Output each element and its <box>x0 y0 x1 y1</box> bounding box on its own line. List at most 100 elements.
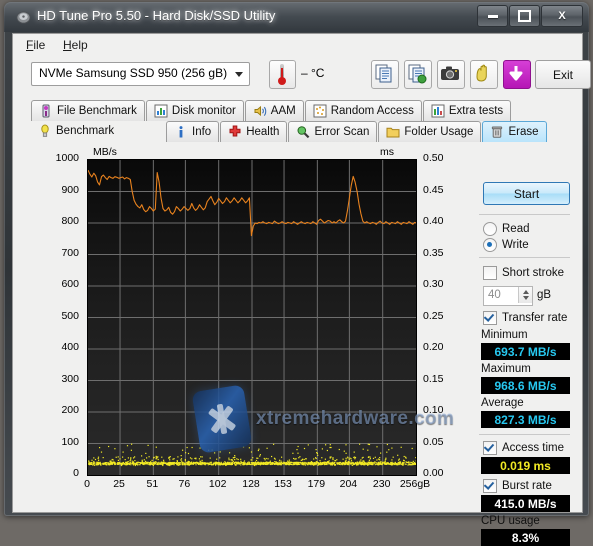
toolbar: NVMe Samsung SSD 950 (256 gB) – °C <box>13 55 582 102</box>
download-arrow-icon <box>504 61 528 86</box>
exit-button-label: Exit <box>553 68 573 82</box>
start-button-label: Start <box>514 187 539 201</box>
checkbox-access-time[interactable]: Access time <box>483 441 564 455</box>
camera-icon <box>438 61 462 86</box>
extra-tests-icon <box>431 104 445 118</box>
transfer-rate-checkbox-icon <box>483 311 497 325</box>
y2-tick-label: 0.30 <box>423 278 457 290</box>
y-tick-label: 900 <box>45 184 79 196</box>
maximum-label: Maximum <box>481 363 531 375</box>
menu-bar: File Help <box>13 34 582 55</box>
access-time-checkbox-icon <box>483 441 497 455</box>
tab-health-label: Health <box>246 126 279 138</box>
tab-extra-tests[interactable]: Extra tests <box>423 100 511 121</box>
radio-write-label: Write <box>502 239 529 251</box>
download-button[interactable] <box>503 60 531 89</box>
hd-tune-pro-window: HD Tune Pro 5.50 - Hard Disk/SSD Utility… <box>0 0 593 518</box>
error-scan-magnifier-icon <box>296 125 310 139</box>
stepper-up-icon <box>523 290 529 294</box>
tab-file-benchmark[interactable]: File Benchmark <box>31 100 145 121</box>
y2-tick-label: 0.05 <box>423 436 457 448</box>
app-icon <box>16 10 31 25</box>
tab-error-scan[interactable]: Error Scan <box>288 121 377 142</box>
close-icon: X <box>558 10 565 22</box>
y2-tick-label: 0.20 <box>423 341 457 353</box>
random-access-icon <box>313 104 327 118</box>
y-tick-label: 300 <box>45 373 79 385</box>
menu-item-file[interactable]: File <box>21 37 50 53</box>
tab-info-label: Info <box>192 126 211 138</box>
tab-random-access-label: Random Access <box>331 105 414 117</box>
control-panel: Start Read Write Short stroke 40 <box>475 144 574 504</box>
minimize-button[interactable] <box>477 5 508 27</box>
checkbox-short-stroke[interactable]: Short stroke <box>483 266 564 280</box>
y2-tick-label: 0.40 <box>423 215 457 227</box>
copy-icon <box>372 61 396 86</box>
folder-usage-icon <box>386 125 400 139</box>
tab-folder-usage[interactable]: Folder Usage <box>378 121 481 142</box>
radio-write[interactable]: Write <box>483 238 529 252</box>
tab-folder-usage-label: Folder Usage <box>404 126 473 138</box>
burst-rate-value: 415.0 MB/s <box>481 495 570 512</box>
y-tick-label: 500 <box>45 310 79 322</box>
menu-file-rest: ile <box>33 38 45 52</box>
tab-info[interactable]: Info <box>166 121 219 142</box>
tab-random-access[interactable]: Random Access <box>305 100 422 121</box>
stepper-buttons[interactable] <box>518 287 532 303</box>
maximize-button[interactable] <box>509 5 540 27</box>
short-stroke-label: Short stroke <box>502 267 564 279</box>
menu-item-help[interactable]: Help <box>58 37 93 53</box>
drive-selector[interactable]: NVMe Samsung SSD 950 (256 gB) <box>31 62 250 86</box>
stepper-down-icon <box>523 296 529 300</box>
y2-tick-label: 0.45 <box>423 184 457 196</box>
screenshot-button[interactable] <box>437 60 465 89</box>
window-frame: HD Tune Pro 5.50 - Hard Disk/SSD Utility… <box>4 2 589 516</box>
copy-button[interactable] <box>371 60 399 89</box>
temperature-button[interactable] <box>269 60 296 89</box>
tab-aam-label: AAM <box>271 105 296 117</box>
chevron-down-icon <box>235 72 243 77</box>
title-bar: HD Tune Pro 5.50 - Hard Disk/SSD Utility… <box>4 2 589 32</box>
window-title: HD Tune Pro 5.50 - Hard Disk/SSD Utility <box>37 8 275 23</box>
checkbox-burst-rate[interactable]: Burst rate <box>483 479 552 493</box>
maximum-value: 968.6 MB/s <box>481 377 570 394</box>
start-button[interactable]: Start <box>483 182 570 205</box>
checkbox-transfer-rate[interactable]: Transfer rate <box>483 311 567 325</box>
erase-trash-icon <box>490 125 504 139</box>
hand-icon <box>471 61 495 86</box>
y-tick-label: 100 <box>45 436 79 448</box>
y-tick-label: 400 <box>45 341 79 353</box>
tab-error-scan-label: Error Scan <box>314 126 369 138</box>
plot-area: xtremehardware.com <box>87 159 417 476</box>
radio-read[interactable]: Read <box>483 222 530 236</box>
file-benchmark-icon <box>39 104 53 118</box>
close-button[interactable]: X <box>541 5 583 27</box>
disk-monitor-icon <box>154 104 168 118</box>
y2-tick-label: 0.35 <box>423 247 457 259</box>
benchmark-bulb-icon <box>38 124 52 138</box>
x-tick-label: 256gB <box>395 478 435 490</box>
transfer-rate-label: Transfer rate <box>502 312 567 324</box>
y-tick-label: 800 <box>45 215 79 227</box>
short-stroke-stepper[interactable]: 40 <box>483 286 533 306</box>
tab-health[interactable]: Health <box>220 121 287 142</box>
hand-button[interactable] <box>470 60 498 89</box>
y-tick-label: 200 <box>45 404 79 416</box>
minimum-label: Minimum <box>481 329 528 341</box>
copy-to-file-button[interactable] <box>404 60 432 89</box>
tab-erase[interactable]: Erase <box>482 121 546 142</box>
exit-button[interactable]: Exit <box>535 60 591 89</box>
y2-tick-label: 0.15 <box>423 373 457 385</box>
y-tick-label: 1000 <box>45 152 79 164</box>
burst-rate-label: Burst rate <box>502 480 552 492</box>
tab-disk-monitor-label: Disk monitor <box>172 105 236 117</box>
y-tick-label: 700 <box>45 247 79 259</box>
tab-benchmark[interactable]: Benchmark <box>31 121 165 141</box>
cpu-usage-value: 8.3% <box>481 529 570 546</box>
menu-help-rest: elp <box>72 38 88 52</box>
copy-to-file-icon <box>405 61 429 86</box>
tab-erase-label: Erase <box>508 126 538 138</box>
tab-aam[interactable]: AAM <box>245 100 304 121</box>
tab-disk-monitor[interactable]: Disk monitor <box>146 100 244 121</box>
minimum-value: 693.7 MB/s <box>481 343 570 360</box>
